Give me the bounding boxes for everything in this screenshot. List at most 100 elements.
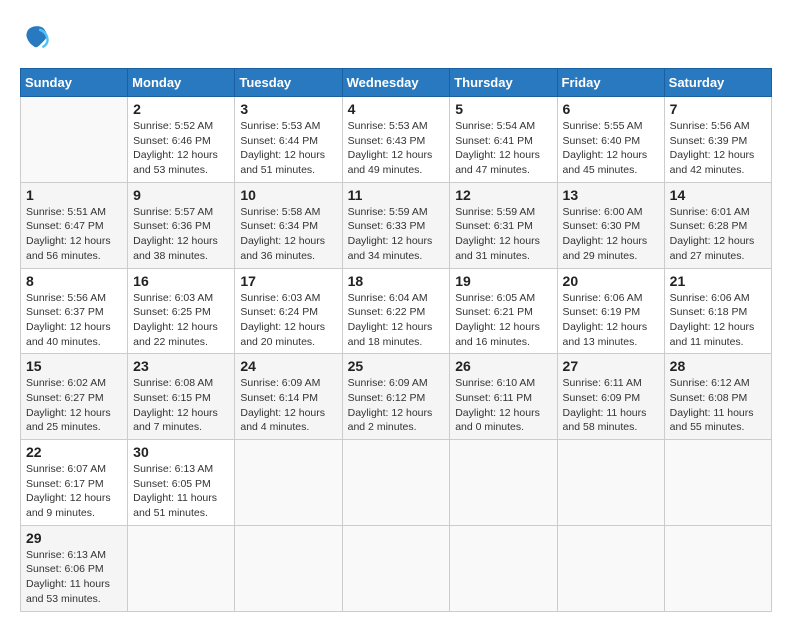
calendar-cell: [128, 525, 235, 611]
day-info: Sunrise: 6:06 AM Sunset: 6:18 PM Dayligh…: [670, 291, 766, 350]
sunset-label: Sunset: 6:18 PM: [670, 306, 748, 318]
daylight-label: Daylight: 12 hours and 47 minutes.: [455, 149, 540, 176]
table-row: 29 Sunrise: 6:13 AM Sunset: 6:06 PM Dayl…: [21, 525, 772, 611]
day-number: 29: [26, 530, 122, 546]
daylight-label: Daylight: 12 hours and 49 minutes.: [348, 149, 433, 176]
sunrise-label: Sunrise: 6:10 AM: [455, 377, 535, 389]
day-info: Sunrise: 5:52 AM Sunset: 6:46 PM Dayligh…: [133, 119, 229, 178]
calendar-cell: 23 Sunrise: 6:08 AM Sunset: 6:15 PM Dayl…: [128, 354, 235, 440]
table-row: 8 Sunrise: 5:56 AM Sunset: 6:37 PM Dayli…: [21, 268, 772, 354]
calendar-cell: 24 Sunrise: 6:09 AM Sunset: 6:14 PM Dayl…: [235, 354, 342, 440]
header-saturday: Saturday: [664, 69, 771, 97]
calendar-body: 2 Sunrise: 5:52 AM Sunset: 6:46 PM Dayli…: [21, 97, 772, 612]
day-info: Sunrise: 5:51 AM Sunset: 6:47 PM Dayligh…: [26, 205, 122, 264]
daylight-label: Daylight: 12 hours and 42 minutes.: [670, 149, 755, 176]
day-info: Sunrise: 6:00 AM Sunset: 6:30 PM Dayligh…: [563, 205, 659, 264]
calendar-cell: [342, 440, 450, 526]
calendar-cell: [450, 440, 557, 526]
day-number: 6: [563, 101, 659, 117]
day-number: 24: [240, 358, 336, 374]
daylight-label: Daylight: 12 hours and 22 minutes.: [133, 321, 218, 348]
sunset-label: Sunset: 6:15 PM: [133, 392, 211, 404]
sunset-label: Sunset: 6:47 PM: [26, 220, 104, 232]
table-row: 22 Sunrise: 6:07 AM Sunset: 6:17 PM Dayl…: [21, 440, 772, 526]
day-info: Sunrise: 6:10 AM Sunset: 6:11 PM Dayligh…: [455, 376, 551, 435]
calendar-cell: 1 Sunrise: 5:51 AM Sunset: 6:47 PM Dayli…: [21, 182, 128, 268]
sunrise-label: Sunrise: 5:51 AM: [26, 206, 106, 218]
daylight-label: Daylight: 12 hours and 53 minutes.: [133, 149, 218, 176]
day-info: Sunrise: 5:55 AM Sunset: 6:40 PM Dayligh…: [563, 119, 659, 178]
daylight-label: Daylight: 12 hours and 20 minutes.: [240, 321, 325, 348]
day-info: Sunrise: 5:56 AM Sunset: 6:37 PM Dayligh…: [26, 291, 122, 350]
calendar-cell: 22 Sunrise: 6:07 AM Sunset: 6:17 PM Dayl…: [21, 440, 128, 526]
day-number: 2: [133, 101, 229, 117]
day-number: 15: [26, 358, 122, 374]
sunrise-label: Sunrise: 6:12 AM: [670, 377, 750, 389]
page-header: [20, 20, 772, 52]
daylight-label: Daylight: 12 hours and 9 minutes.: [26, 492, 111, 519]
day-number: 16: [133, 273, 229, 289]
calendar-cell: [557, 440, 664, 526]
day-info: Sunrise: 6:03 AM Sunset: 6:25 PM Dayligh…: [133, 291, 229, 350]
sunrise-label: Sunrise: 6:08 AM: [133, 377, 213, 389]
sunset-label: Sunset: 6:28 PM: [670, 220, 748, 232]
calendar-cell: 3 Sunrise: 5:53 AM Sunset: 6:44 PM Dayli…: [235, 97, 342, 183]
daylight-label: Daylight: 11 hours and 51 minutes.: [133, 492, 217, 519]
calendar-cell: 11 Sunrise: 5:59 AM Sunset: 6:33 PM Dayl…: [342, 182, 450, 268]
header-sunday: Sunday: [21, 69, 128, 97]
day-info: Sunrise: 6:13 AM Sunset: 6:05 PM Dayligh…: [133, 462, 229, 521]
sunrise-label: Sunrise: 5:58 AM: [240, 206, 320, 218]
daylight-label: Daylight: 11 hours and 58 minutes.: [563, 407, 647, 434]
header-friday: Friday: [557, 69, 664, 97]
calendar-cell: 25 Sunrise: 6:09 AM Sunset: 6:12 PM Dayl…: [342, 354, 450, 440]
calendar-cell: 12 Sunrise: 5:59 AM Sunset: 6:31 PM Dayl…: [450, 182, 557, 268]
daylight-label: Daylight: 12 hours and 56 minutes.: [26, 235, 111, 262]
day-number: 8: [26, 273, 122, 289]
daylight-label: Daylight: 12 hours and 0 minutes.: [455, 407, 540, 434]
calendar-cell: 27 Sunrise: 6:11 AM Sunset: 6:09 PM Dayl…: [557, 354, 664, 440]
sunrise-label: Sunrise: 5:55 AM: [563, 120, 643, 132]
calendar-cell: 6 Sunrise: 5:55 AM Sunset: 6:40 PM Dayli…: [557, 97, 664, 183]
sunrise-label: Sunrise: 6:09 AM: [240, 377, 320, 389]
day-info: Sunrise: 6:07 AM Sunset: 6:17 PM Dayligh…: [26, 462, 122, 521]
sunset-label: Sunset: 6:12 PM: [348, 392, 426, 404]
sunset-label: Sunset: 6:40 PM: [563, 135, 641, 147]
sunset-label: Sunset: 6:14 PM: [240, 392, 318, 404]
day-number: 14: [670, 187, 766, 203]
daylight-label: Daylight: 12 hours and 31 minutes.: [455, 235, 540, 262]
sunrise-label: Sunrise: 5:56 AM: [26, 292, 106, 304]
day-info: Sunrise: 6:03 AM Sunset: 6:24 PM Dayligh…: [240, 291, 336, 350]
header-wednesday: Wednesday: [342, 69, 450, 97]
logo: [20, 20, 58, 52]
calendar-cell: 18 Sunrise: 6:04 AM Sunset: 6:22 PM Dayl…: [342, 268, 450, 354]
day-number: 26: [455, 358, 551, 374]
day-info: Sunrise: 5:59 AM Sunset: 6:31 PM Dayligh…: [455, 205, 551, 264]
calendar-cell: 26 Sunrise: 6:10 AM Sunset: 6:11 PM Dayl…: [450, 354, 557, 440]
sunrise-label: Sunrise: 6:04 AM: [348, 292, 428, 304]
calendar-cell: 21 Sunrise: 6:06 AM Sunset: 6:18 PM Dayl…: [664, 268, 771, 354]
sunrise-label: Sunrise: 6:11 AM: [563, 377, 642, 389]
daylight-label: Daylight: 12 hours and 11 minutes.: [670, 321, 755, 348]
table-row: 15 Sunrise: 6:02 AM Sunset: 6:27 PM Dayl…: [21, 354, 772, 440]
daylight-label: Daylight: 12 hours and 25 minutes.: [26, 407, 111, 434]
daylight-label: Daylight: 12 hours and 18 minutes.: [348, 321, 433, 348]
sunset-label: Sunset: 6:46 PM: [133, 135, 211, 147]
day-info: Sunrise: 6:13 AM Sunset: 6:06 PM Dayligh…: [26, 548, 122, 607]
daylight-label: Daylight: 11 hours and 55 minutes.: [670, 407, 754, 434]
daylight-label: Daylight: 12 hours and 36 minutes.: [240, 235, 325, 262]
sunset-label: Sunset: 6:09 PM: [563, 392, 641, 404]
day-info: Sunrise: 5:53 AM Sunset: 6:44 PM Dayligh…: [240, 119, 336, 178]
sunset-label: Sunset: 6:34 PM: [240, 220, 318, 232]
daylight-label: Daylight: 12 hours and 7 minutes.: [133, 407, 218, 434]
daylight-label: Daylight: 12 hours and 40 minutes.: [26, 321, 111, 348]
sunset-label: Sunset: 6:05 PM: [133, 478, 211, 490]
day-info: Sunrise: 6:09 AM Sunset: 6:14 PM Dayligh…: [240, 376, 336, 435]
sunrise-label: Sunrise: 5:57 AM: [133, 206, 213, 218]
day-number: 22: [26, 444, 122, 460]
day-number: 17: [240, 273, 336, 289]
table-row: 2 Sunrise: 5:52 AM Sunset: 6:46 PM Dayli…: [21, 97, 772, 183]
day-number: 21: [670, 273, 766, 289]
sunrise-label: Sunrise: 6:05 AM: [455, 292, 535, 304]
sunrise-label: Sunrise: 6:07 AM: [26, 463, 106, 475]
sunrise-label: Sunrise: 6:06 AM: [670, 292, 750, 304]
